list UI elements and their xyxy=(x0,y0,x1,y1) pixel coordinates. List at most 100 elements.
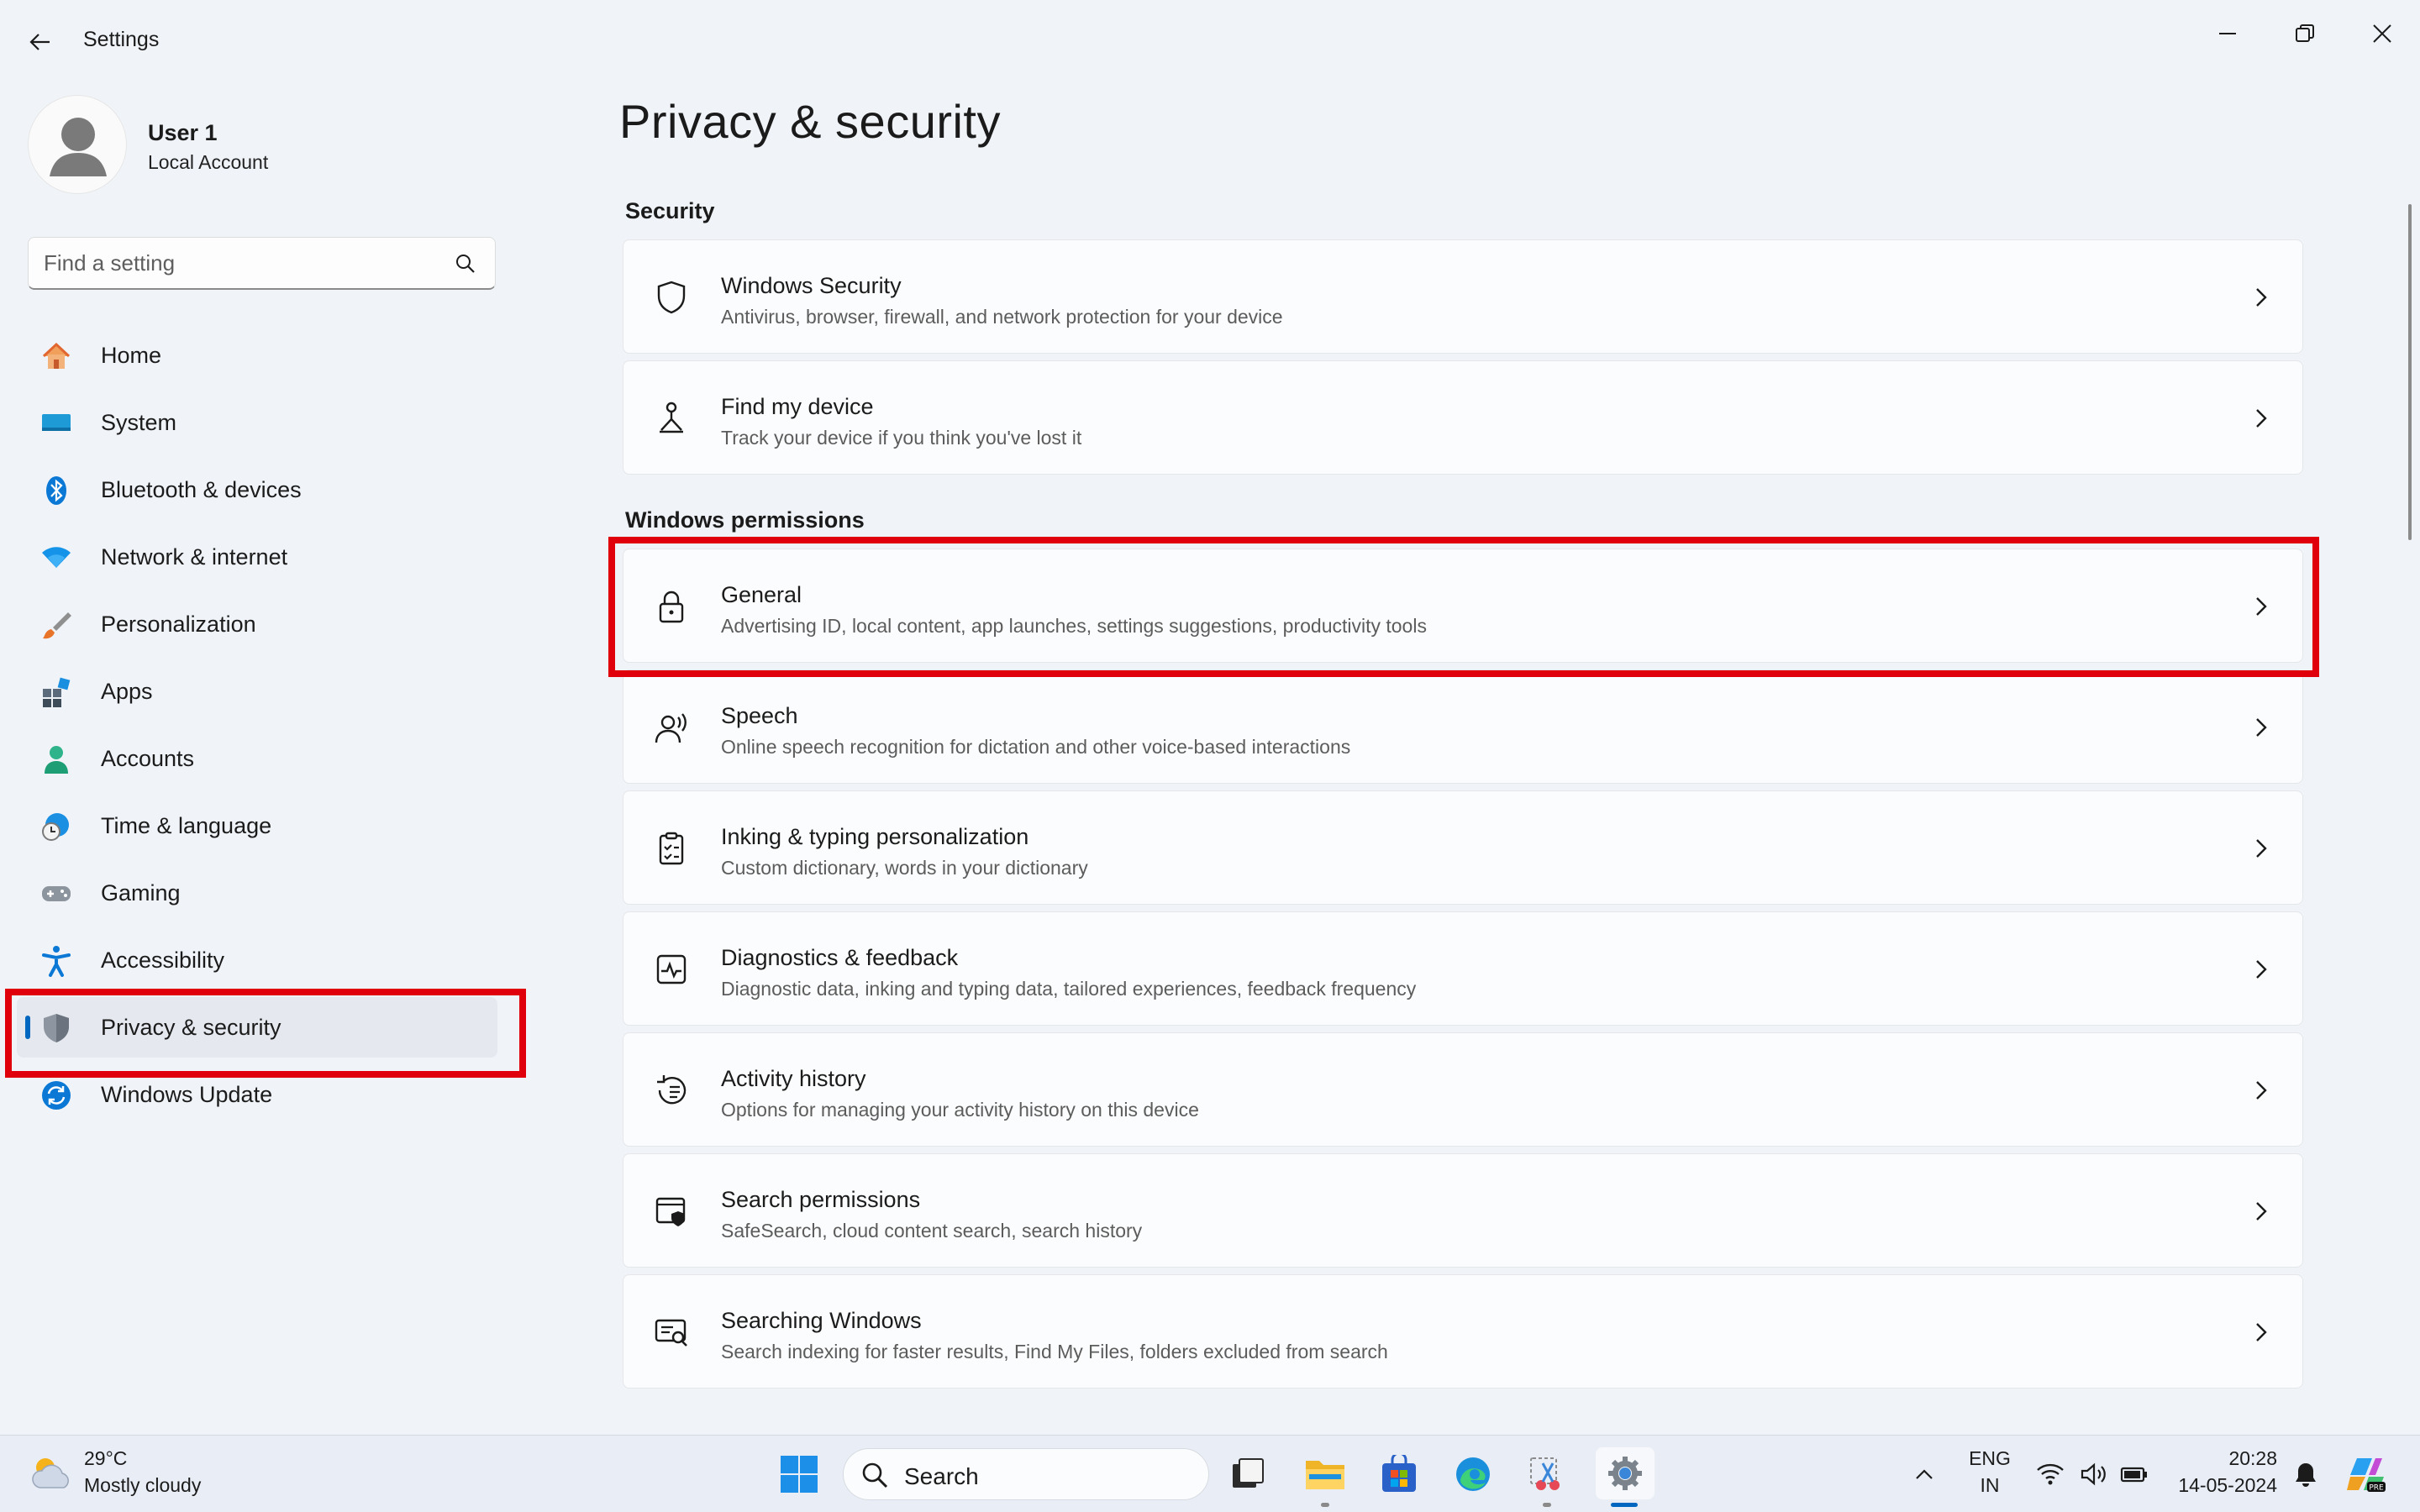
scrollbar[interactable] xyxy=(2408,204,2412,540)
show-hidden-icons-button[interactable] xyxy=(1906,1452,1943,1496)
avatar[interactable] xyxy=(28,95,127,194)
search-icon xyxy=(456,255,475,273)
wifi-icon xyxy=(42,547,71,568)
card-title: Activity history xyxy=(721,1066,866,1091)
clock-date: 14-05-2024 xyxy=(2178,1474,2277,1496)
volume-tray-button[interactable] xyxy=(2075,1452,2112,1496)
task-view-icon xyxy=(1233,1458,1264,1488)
find-device-icon xyxy=(660,402,683,433)
sidebar-item-apps[interactable]: Apps xyxy=(17,661,497,722)
sidebar-item-label: Personalization xyxy=(101,611,256,637)
start-button[interactable] xyxy=(777,1452,821,1496)
sidebar-item-label: Bluetooth & devices xyxy=(101,476,302,502)
accessibility-icon xyxy=(42,946,71,977)
shield-outline-icon xyxy=(657,281,686,314)
account-type: Local Account xyxy=(148,151,269,173)
settings-card-diagnostics-feedback[interactable]: Diagnostics & feedback Diagnostic data, … xyxy=(623,911,2303,1026)
minimize-button[interactable] xyxy=(2189,8,2266,59)
system-icon xyxy=(42,414,71,431)
clipboard-check-icon xyxy=(659,832,684,865)
svg-text:PRE: PRE xyxy=(2369,1484,2384,1493)
settings-search[interactable] xyxy=(28,237,496,290)
sidebar-nav: Home System Bluetooth & devices Network … xyxy=(17,325,497,1131)
edge-icon xyxy=(1456,1457,1490,1491)
restore-icon xyxy=(2296,24,2314,42)
settings-window: Settings User 1 Local Account Home Syste… xyxy=(0,0,2420,1435)
notifications-button[interactable] xyxy=(2287,1452,2324,1496)
file-explorer-button[interactable] xyxy=(1303,1452,1347,1496)
sidebar-item-system[interactable]: System xyxy=(17,392,497,453)
taskbar-search[interactable]: Search xyxy=(843,1448,1209,1500)
gear-icon xyxy=(1608,1457,1642,1490)
sidebar-item-accessibility[interactable]: Accessibility xyxy=(17,930,497,990)
settings-card-find-my-device[interactable]: Find my device Track your device if you … xyxy=(623,360,2303,475)
running-indicator xyxy=(1543,1503,1551,1507)
sidebar-item-label: Network & internet xyxy=(101,543,288,570)
settings-card-speech[interactable]: Speech Online speech recognition for dic… xyxy=(623,669,2303,784)
edge-button[interactable] xyxy=(1451,1452,1495,1496)
settings-card-general[interactable]: General Advertising ID, local content, a… xyxy=(623,549,2303,663)
volume-icon xyxy=(2081,1462,2106,1486)
card-description: Options for managing your activity histo… xyxy=(721,1099,1199,1121)
copilot-icon: PRE xyxy=(2347,1458,2386,1493)
speech-icon xyxy=(655,713,687,743)
settings-card-windows-security[interactable]: Windows Security Antivirus, browser, fir… xyxy=(623,239,2303,354)
chevron-right-icon xyxy=(2256,718,2267,737)
card-description: Diagnostic data, inking and typing data,… xyxy=(721,978,1417,1000)
battery-icon xyxy=(2120,1467,2147,1483)
settings-card-searching-windows[interactable]: Searching Windows Search indexing for fa… xyxy=(623,1274,2303,1389)
task-view-button[interactable] xyxy=(1226,1452,1270,1496)
settings-card-activity-history[interactable]: Activity history Options for managing yo… xyxy=(623,1032,2303,1147)
chevron-right-icon xyxy=(2256,1323,2267,1341)
restore-button[interactable] xyxy=(2266,8,2344,59)
chevron-right-icon xyxy=(2256,1081,2267,1100)
store-button[interactable] xyxy=(1377,1452,1421,1496)
running-indicator xyxy=(1321,1503,1329,1507)
chevron-right-icon xyxy=(2256,597,2267,616)
settings-card-search-permissions[interactable]: Search permissions SafeSearch, cloud con… xyxy=(623,1153,2303,1268)
sidebar-item-gaming[interactable]: Gaming xyxy=(17,863,497,923)
sidebar-item-label: Windows Update xyxy=(101,1081,273,1107)
close-button[interactable] xyxy=(2344,8,2420,59)
sidebar-item-label: Privacy & security xyxy=(101,1014,281,1040)
chevron-right-icon xyxy=(2256,409,2267,428)
battery-tray-button[interactable] xyxy=(2116,1452,2153,1496)
copilot-button[interactable]: PRE xyxy=(2344,1452,2388,1496)
card-title: Inking & typing personalization xyxy=(721,824,1029,849)
card-description: Advertising ID, local content, app launc… xyxy=(721,615,1427,637)
sidebar-item-network[interactable]: Network & internet xyxy=(17,527,497,587)
card-title: Find my device xyxy=(721,394,874,419)
card-description: Track your device if you think you've lo… xyxy=(721,427,1082,449)
home-icon xyxy=(42,342,71,369)
chevron-right-icon xyxy=(2256,1202,2267,1221)
settings-taskbar-button[interactable] xyxy=(1596,1447,1655,1499)
back-button[interactable] xyxy=(22,24,59,60)
network-tray-button[interactable] xyxy=(2032,1452,2069,1496)
snipping-tool-icon xyxy=(1530,1457,1560,1490)
back-arrow-icon xyxy=(29,34,50,50)
apps-icon xyxy=(43,677,71,707)
snipping-tool-button[interactable] xyxy=(1525,1452,1569,1496)
wifi-tray-icon xyxy=(2037,1463,2064,1485)
card-description: Antivirus, browser, firewall, and networ… xyxy=(721,306,1283,328)
settings-card-inking-typing[interactable]: Inking & typing personalization Custom d… xyxy=(623,790,2303,905)
language-code: ENG xyxy=(1969,1447,2011,1469)
sidebar-item-time-language[interactable]: Time & language xyxy=(17,795,497,856)
card-description: Search indexing for faster results, Find… xyxy=(721,1341,1388,1362)
sidebar-item-home[interactable]: Home xyxy=(17,325,497,386)
sidebar-item-privacy-security[interactable]: Privacy & security xyxy=(17,997,497,1058)
sidebar-item-accounts[interactable]: Accounts xyxy=(17,728,497,789)
sidebar-item-label: Accounts xyxy=(101,745,195,771)
chevron-up-icon xyxy=(1916,1469,1933,1479)
sidebar-item-windows-update[interactable]: Windows Update xyxy=(17,1064,497,1125)
weather-temperature: 29°C xyxy=(84,1447,128,1469)
gamepad-icon xyxy=(42,886,71,901)
search-input[interactable] xyxy=(44,246,439,280)
chevron-right-icon xyxy=(2256,960,2267,979)
selection-indicator xyxy=(25,1016,30,1039)
sidebar-item-personalization[interactable]: Personalization xyxy=(17,594,497,654)
sidebar-item-bluetooth[interactable]: Bluetooth & devices xyxy=(17,459,497,520)
card-title: Search permissions xyxy=(721,1187,921,1212)
search-icon xyxy=(862,1462,888,1488)
card-title: Speech xyxy=(721,703,798,728)
